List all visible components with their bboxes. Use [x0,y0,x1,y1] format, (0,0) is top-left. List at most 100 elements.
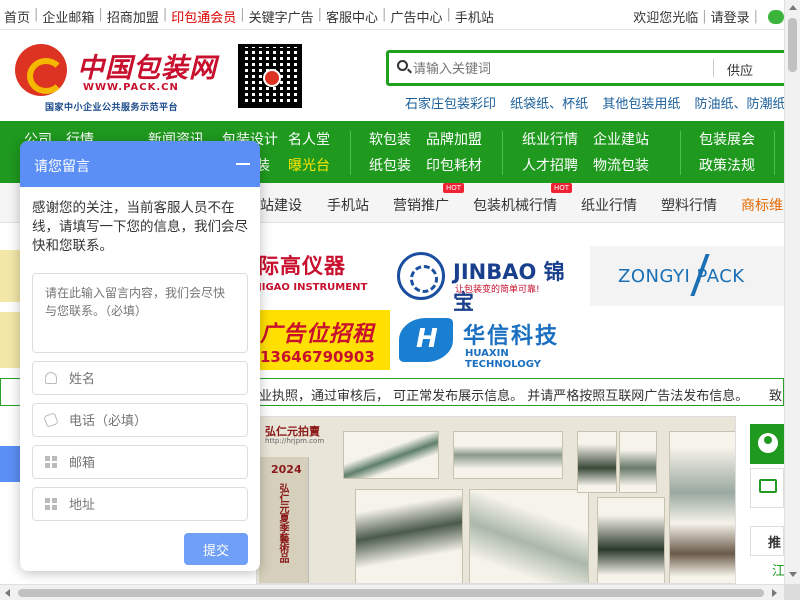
email-input[interactable] [69,453,239,473]
dialog-message: 感谢您的关注，当前客服人员不在线，请填写一下您的信息，我们会尽快和您联系。 [32,200,248,254]
scroll-left-icon[interactable] [5,589,10,597]
top-link-member[interactable]: 印包通会员 [167,7,240,26]
address-input[interactable] [69,495,239,515]
left-ad-fragment[interactable] [0,250,20,302]
ad-rent[interactable]: 广告位招租 13646790903 [256,310,390,370]
nav-item[interactable]: 企业建站 [593,127,649,153]
top-bar: 首页 | 企业邮箱 | 招商加盟 | 印包通会员 | 关键字广告 | 客服中心 | 广告中心… [0,0,784,30]
address-field[interactable] [32,487,248,521]
hot-keyword[interactable]: 石家庄包装彩印 [405,97,496,112]
nav-group: 企业建站 物流包装 [593,127,649,179]
subnav-item[interactable]: 包装机械行情 HOT [473,183,573,215]
divider [680,131,681,175]
scroll-thumb[interactable] [788,18,797,72]
nav-item[interactable]: 政策法规 [699,153,755,179]
name-field[interactable] [32,361,248,395]
logo-name: 中国包装网 [77,53,217,84]
phone-field[interactable] [32,403,248,437]
ad-jigao[interactable]: 际高仪器 JIGAO INSTRUMENT [258,250,388,302]
vertical-scrollbar[interactable] [784,0,800,584]
top-link-service[interactable]: 客服中心 [322,7,382,26]
painting [355,489,463,583]
customer-service-button[interactable] [750,424,784,464]
ad-subtitle: HUAXIN TECHNOLOGY [465,348,541,370]
minimize-icon[interactable] [236,163,250,165]
top-link-keyword-ads[interactable]: 关键字广告 [245,7,318,26]
sidebar-link[interactable]: 江 [750,560,785,584]
scroll-up-icon[interactable] [789,5,797,10]
ad-subtitle: JIGAO INSTRUMENT [258,282,368,293]
nav-group: 名人堂 曝光台 [288,127,330,179]
nav-item[interactable]: 纸业行情 [522,127,578,153]
nav-item[interactable]: 软包装 [369,127,411,153]
top-link-email[interactable]: 企业邮箱 [38,7,98,26]
search-category-select[interactable]: 供应 [727,60,753,79]
address-icon [45,498,57,510]
notice-text-tail: 致 [769,389,783,404]
scroll-right-icon[interactable] [772,589,777,597]
nav-item[interactable]: 纸包装 [369,153,411,179]
divider [713,59,714,77]
submit-button[interactable]: 提交 [184,533,248,565]
poster-title: 弘仁元夏季藝術品 [277,483,288,563]
site-logo[interactable]: 中国包装网 WWW.PACK.CN 国家中小企业公共服务示范平台 [15,42,225,114]
nav-item[interactable]: 品牌加盟 [426,127,482,153]
poster-year: 2024 [271,463,302,476]
hot-keyword[interactable]: 纸袋纸、杯纸 [510,97,588,112]
ad-zongyi[interactable]: ZONGYI PACK [590,246,784,306]
email-field[interactable] [32,445,248,479]
nav-item[interactable]: 印包耗材 [426,153,482,179]
subnav-item[interactable]: 商标维 [741,195,783,215]
left-ad-fragment[interactable] [0,312,20,368]
banner-image[interactable]: 弘仁元拍賣 http://hrjpm.com 2024 弘仁元夏季藝術品 [256,416,736,584]
nav-group: 软包装 纸包装 [369,127,411,179]
logo-mark-icon [15,44,67,96]
jinbao-logo-icon [397,252,445,300]
nav-item[interactable]: 曝光台 [288,153,330,179]
name-input[interactable] [69,369,239,389]
top-link-mobile[interactable]: 手机站 [451,7,498,26]
search-input[interactable] [413,58,703,80]
ad-title: ZONGYI PACK [618,266,745,287]
phone-input[interactable] [69,411,239,431]
cart-button[interactable] [750,468,784,508]
nav-item[interactable]: 名人堂 [288,127,330,153]
subnav-item[interactable]: 手机站 [327,195,369,215]
subnav-item[interactable]: 纸业行情 [581,195,637,215]
dialog-title: 请您留言 [34,159,90,175]
login-link[interactable]: 请登录 [711,7,750,26]
recommend-tab[interactable]: 推 [750,526,784,556]
left-widget-fragment[interactable] [0,446,20,482]
nav-item[interactable]: 包装展会 [699,127,755,153]
user-service-icon [758,433,778,453]
logo-subtitle: 国家中小企业公共服务示范平台 [45,103,179,113]
top-link-ads-center[interactable]: 广告中心 [386,7,446,26]
hot-keyword[interactable]: 防油纸、防潮纸 [694,97,785,112]
painting [469,489,589,583]
painting [453,431,563,479]
notice-text: 业执照，通过审核后， 可正常发布展示信息。 并请严格按照互联网广告法发布信息。 [259,389,749,404]
scroll-thumb[interactable] [18,589,764,597]
top-link-franchise[interactable]: 招商加盟 [103,7,163,26]
ad-title: 广告位招租 [260,322,376,347]
subnav-item[interactable]: 营销推广 HOT [393,183,465,215]
ad-phone: 13646790903 [260,348,375,366]
ad-subtitle: 让包装变的简单可靠! [455,285,540,295]
hot-badge: HOT [551,183,573,193]
divider: | [702,9,707,24]
ad-huaxin[interactable]: 华信科技 HUAXIN TECHNOLOGY [397,312,582,370]
scroll-down-icon[interactable] [789,572,797,577]
subnav-item[interactable]: 站建设 [260,195,302,215]
painting [597,497,665,583]
ad-jinbao[interactable]: JINBAO 锦宝 让包装变的简单可靠! [397,248,581,314]
horizontal-scrollbar[interactable] [0,584,784,600]
hot-keyword[interactable]: 其他包装用纸 [602,97,680,112]
wechat-icon[interactable] [768,9,784,24]
nav-item[interactable]: 人才招聘 [522,153,578,179]
message-content-input[interactable] [32,273,248,353]
subnav-item[interactable]: 塑料行情 [661,195,717,215]
top-link-home[interactable]: 首页 [0,7,34,26]
dialog-header: 请您留言 [20,141,260,187]
subnav-label: 包装机械行情 [473,198,557,214]
nav-item[interactable]: 物流包装 [593,153,649,179]
